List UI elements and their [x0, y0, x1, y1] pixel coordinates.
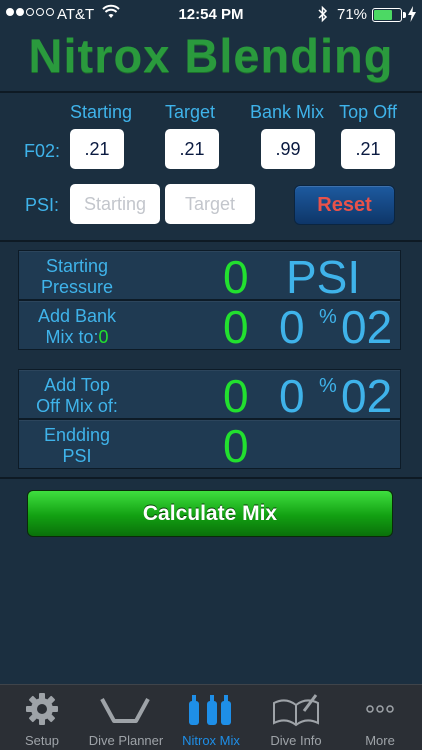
tab-bar: Setup Dive Planner Nitrox Mix Dive Info …: [0, 684, 422, 750]
result-row-add-bank-mix: Add Bank Mix to:0 0 0 % 02: [17, 300, 401, 353]
ending-psi-label-line1: Endding: [43, 425, 111, 445]
add-bank-mix-inline-value: 0: [98, 327, 109, 347]
battery-tip: [403, 12, 406, 18]
fo2-top-off-field[interactable]: .21: [341, 129, 395, 169]
starting-pressure-value: 0: [223, 251, 249, 303]
fo2-target-field[interactable]: .21: [165, 129, 219, 169]
bluetooth-icon: [318, 5, 328, 26]
column-header-top-off: Top Off: [339, 102, 397, 122]
add-bank-mix-label-line2: Mix to:0: [17, 327, 137, 348]
starting-pressure-label-line2: Pressure: [40, 277, 114, 297]
tab-nitrox-mix[interactable]: Nitrox Mix: [168, 685, 254, 750]
psi-starting-input[interactable]: Starting: [70, 184, 160, 224]
tab-label: Dive Planner: [88, 733, 164, 748]
add-bank-mix-label: Add Bank Mix to:0: [17, 306, 137, 348]
divider: [0, 240, 422, 242]
column-header-target: Target: [164, 102, 216, 122]
percent-symbol: %: [319, 375, 337, 397]
add-bank-mix-psi-value: 0: [223, 301, 249, 353]
gear-icon: [0, 691, 84, 727]
battery-icon: [372, 8, 402, 22]
reset-button[interactable]: Reset: [294, 185, 395, 225]
calculate-mix-button[interactable]: Calculate Mix: [27, 490, 393, 537]
tab-label: Setup: [25, 733, 59, 748]
result-row-starting-pressure: Starting Pressure 0 PSI: [17, 250, 401, 303]
ending-psi-value: 0: [223, 420, 249, 472]
starting-pressure-unit: PSI: [286, 251, 361, 303]
divider: [0, 477, 422, 479]
add-bank-mix-percent-value: 0: [279, 301, 305, 353]
column-header-starting: Starting: [69, 102, 133, 122]
starting-pressure-label: Starting Pressure: [17, 256, 137, 298]
add-top-off-label-line1: Add Top: [44, 375, 110, 395]
tab-more[interactable]: More: [338, 685, 422, 750]
add-top-off-label: Add Top Off Mix of:: [17, 375, 137, 417]
add-top-off-gas: 02: [341, 370, 393, 422]
add-bank-mix-label-line1: Add Bank: [37, 306, 117, 326]
tab-label: Nitrox Mix: [182, 733, 240, 748]
fo2-starting-field[interactable]: .21: [70, 129, 124, 169]
add-top-off-psi-value: 0: [223, 370, 249, 422]
result-row-add-top-off: Add Top Off Mix of: 0 0 % 02: [17, 369, 401, 422]
charging-icon: [408, 6, 416, 25]
divider: [0, 91, 422, 93]
ending-psi-label: Endding PSI: [17, 425, 137, 467]
tab-setup[interactable]: Setup: [0, 685, 84, 750]
battery-percent: 71%: [337, 6, 368, 23]
psi-target-input[interactable]: Target: [165, 184, 255, 224]
starting-pressure-label-line1: Starting: [45, 256, 109, 276]
percent-symbol: %: [319, 306, 337, 328]
add-top-off-percent-value: 0: [279, 370, 305, 422]
result-row-ending-psi: Endding PSI 0: [17, 419, 401, 472]
tab-dive-planner[interactable]: Dive Planner: [84, 685, 168, 750]
add-bank-mix-gas: 02: [341, 301, 393, 353]
add-top-off-label-line2: Off Mix of:: [36, 396, 118, 416]
column-header-bank-mix: Bank Mix: [249, 102, 325, 122]
logbook-icon: [254, 691, 338, 727]
more-icon: [338, 691, 422, 727]
tab-label: More: [365, 733, 395, 748]
add-bank-mix-prefix: Mix to:: [45, 327, 99, 347]
fo2-label: F02:: [24, 141, 61, 161]
tab-dive-info[interactable]: Dive Info: [254, 685, 338, 750]
dive-profile-icon: [84, 691, 168, 727]
page-title: Nitrox Blending: [28, 29, 394, 82]
tanks-icon: [168, 691, 254, 727]
tab-label: Dive Info: [270, 733, 322, 748]
ending-psi-label-line2: PSI: [62, 446, 92, 466]
psi-label: PSI:: [25, 195, 60, 215]
fo2-bank-mix-field[interactable]: .99: [261, 129, 315, 169]
